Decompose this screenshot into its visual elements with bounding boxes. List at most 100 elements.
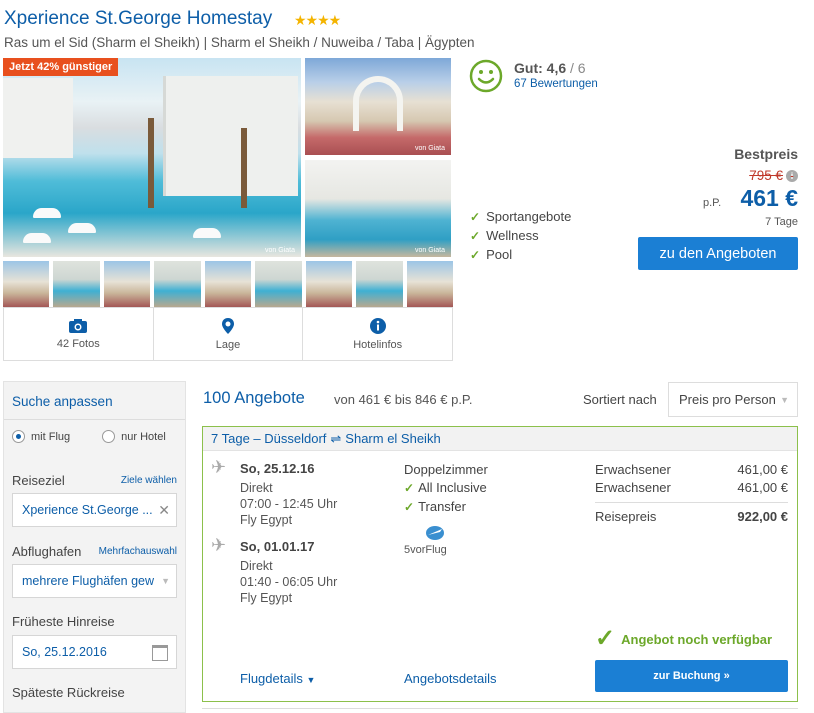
photo-arch xyxy=(353,76,403,131)
availability-status: ✓ Angebot noch verfügbar xyxy=(595,627,772,651)
destination-label: Reiseziel xyxy=(12,473,65,488)
side-photo-pool[interactable]: von Giata xyxy=(305,160,451,257)
outbound-time: 07:00 - 12:45 Uhr xyxy=(240,497,338,511)
radio-hotel-only[interactable] xyxy=(102,430,116,443)
outbound-date: So, 25.12.16 xyxy=(240,461,315,476)
reviews-link[interactable]: 67 Bewertungen xyxy=(514,78,598,90)
photo-building xyxy=(163,76,298,196)
old-price: 795 € i xyxy=(749,168,798,183)
pax-amount: 461,00 € xyxy=(737,462,788,477)
offer-header-duration: 7 Tage – Düsseldorf xyxy=(211,431,327,446)
hotel-location: Ras um el Sid (Sharm el Sheikh) | Sharm … xyxy=(4,35,475,50)
offer-header-destination: Sharm el Sheikh xyxy=(345,431,441,446)
pax-label: Erwachsener xyxy=(595,480,671,495)
radio-with-flight[interactable] xyxy=(12,430,25,443)
chevron-down-icon: ▼ xyxy=(161,576,170,586)
rating-value: Gut: 4,6 xyxy=(514,60,567,76)
photo-tabs: 42 Fotos Lage Hotelinfos xyxy=(3,307,453,361)
thumbnail[interactable] xyxy=(204,261,252,307)
check-icon: ✓ xyxy=(470,209,481,224)
choose-destinations-link[interactable]: Ziele wählen xyxy=(121,475,177,486)
total-amount: 922,00 € xyxy=(737,509,788,524)
main-hotel-photo[interactable]: Jetzt 42% günstiger von Giata xyxy=(3,58,301,257)
photo-umbrella xyxy=(68,223,96,233)
earliest-departure-input[interactable]: So, 25.12.2016 xyxy=(12,635,177,669)
search-panel-title: Suche anpassen xyxy=(12,394,113,409)
sort-select[interactable]: Preis pro Person ▼ xyxy=(668,382,798,417)
outbound-type: Direkt xyxy=(240,481,273,495)
pax-price-row: Erwachsener 461,00 € xyxy=(595,480,788,495)
flight-details-link[interactable]: Flugdetails ▼ xyxy=(240,671,315,686)
latest-return-label: Späteste Rückreise xyxy=(12,685,125,700)
deal-badge: Jetzt 42% günstiger xyxy=(3,58,119,76)
swap-arrows-icon: ⇌ xyxy=(330,430,342,446)
thumbnail[interactable] xyxy=(103,261,151,307)
total-price-row: Reisepreis 922,00 € xyxy=(595,509,788,524)
travel-type-options: mit Flug nur Hotel xyxy=(12,430,177,443)
thumbnail[interactable] xyxy=(154,261,201,307)
earliest-departure-label: Früheste Hinreise xyxy=(12,614,115,629)
plane-icon: ✈ xyxy=(211,535,227,555)
photo-umbrella xyxy=(193,228,221,238)
old-price-value: 795 € xyxy=(749,168,783,183)
destination-input[interactable]: Xperience St.George ... ✕ xyxy=(12,493,177,527)
thumbnail[interactable] xyxy=(3,261,50,307)
hotel-title[interactable]: Xperience St.George Homestay xyxy=(4,8,272,30)
book-button[interactable]: zur Buchung » xyxy=(595,660,788,692)
pax-amount: 461,00 € xyxy=(737,480,788,495)
thumbnail[interactable] xyxy=(53,261,100,307)
caret-down-icon: ▼ xyxy=(306,675,316,685)
tab-location-label: Lage xyxy=(215,339,241,351)
multi-select-link[interactable]: Mehrfachauswahl xyxy=(99,546,177,557)
info-icon[interactable]: i xyxy=(786,169,798,182)
feature-label: Wellness xyxy=(486,228,539,243)
rating-max: / 6 xyxy=(570,60,586,76)
availability-label: Angebot noch verfügbar xyxy=(621,631,773,647)
plane-icon: ✈ xyxy=(211,457,227,477)
divider xyxy=(4,419,185,420)
return-time: 01:40 - 06:05 Uhr xyxy=(240,575,338,589)
offer-details-link[interactable]: Angebotsdetails xyxy=(404,671,497,686)
thumbnail[interactable] xyxy=(255,261,302,307)
clear-icon[interactable]: ✕ xyxy=(158,502,170,519)
smiley-icon xyxy=(469,59,503,93)
feature-label: Pool xyxy=(486,247,513,262)
photo-credit: von Giata xyxy=(265,247,295,254)
destination-value: Xperience St.George ... xyxy=(22,503,153,517)
thumbnail[interactable] xyxy=(305,261,353,307)
tab-photos[interactable]: 42 Fotos xyxy=(4,308,153,360)
departure-airport-select[interactable]: mehrere Flughäfen gew ▼ xyxy=(12,564,177,598)
divider xyxy=(595,502,788,503)
operator-name: 5vorFlug xyxy=(404,544,447,556)
offer-card: 7 Tage – Düsseldorf ⇌ Sharm el Sheikh ✈ … xyxy=(202,426,798,702)
pax-price-row: Erwachsener 461,00 € xyxy=(595,462,788,477)
return-airline: Fly Egypt xyxy=(240,591,293,605)
earliest-departure-value: So, 25.12.2016 xyxy=(22,645,107,659)
side-photo-entrance[interactable]: von Giata xyxy=(305,58,451,155)
search-panel: Suche anpassen mit Flug nur Hotel Reisez… xyxy=(3,381,186,713)
return-date: So, 01.01.17 xyxy=(240,539,315,554)
camera-icon xyxy=(69,319,88,333)
calendar-icon[interactable] xyxy=(152,645,168,661)
return-type: Direkt xyxy=(240,559,273,573)
map-pin-icon xyxy=(222,318,234,334)
departure-airport-label: Abflughafen xyxy=(12,544,82,559)
info-icon xyxy=(369,318,386,334)
feature-item: ✓ Pool xyxy=(470,245,571,264)
inclusion-label: All Inclusive xyxy=(418,480,487,495)
flight-details-label: Flugdetails xyxy=(240,671,303,686)
tab-hotelinfo[interactable]: Hotelinfos xyxy=(302,308,452,360)
price-range: von 461 € bis 846 € p.P. xyxy=(334,392,473,407)
photo-palm xyxy=(148,118,154,208)
thumbnail-strip xyxy=(3,261,453,307)
check-icon: ✓ xyxy=(404,480,415,495)
check-icon: ✓ xyxy=(404,499,415,514)
thumbnail[interactable] xyxy=(406,261,453,307)
to-offers-button[interactable]: zu den Angeboten xyxy=(638,237,798,270)
tab-location[interactable]: Lage xyxy=(152,308,303,360)
check-icon: ✓ xyxy=(470,228,481,243)
check-icon: ✓ xyxy=(470,247,481,262)
thumbnail[interactable] xyxy=(356,261,403,307)
room-type: Doppelzimmer xyxy=(404,462,488,477)
feature-label: Sportangebote xyxy=(486,209,572,224)
